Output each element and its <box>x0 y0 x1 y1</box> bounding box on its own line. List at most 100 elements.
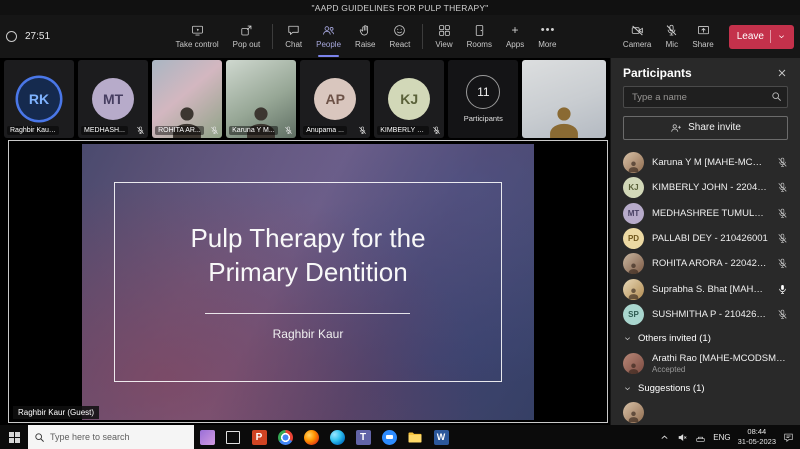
word-icon[interactable] <box>428 425 454 449</box>
mic-off-icon <box>777 258 788 269</box>
video-tile-camera-on[interactable] <box>522 60 606 138</box>
leave-button[interactable]: Leave <box>729 25 794 49</box>
add-person-icon <box>670 122 682 134</box>
powerpoint-icon[interactable] <box>246 425 272 449</box>
firefox-icon[interactable] <box>298 425 324 449</box>
chrome-icon[interactable] <box>272 425 298 449</box>
participant-row-medhashree[interactable]: MT MEDHASHREE TUMULURI - 220... <box>611 200 800 225</box>
react-button[interactable]: React <box>383 15 418 58</box>
pop-out-button[interactable]: Pop out <box>226 15 268 58</box>
timer-icon <box>6 31 17 42</box>
system-clock[interactable]: 08:44 31-05-2023 <box>738 427 776 447</box>
participant-row-kimberly[interactable]: KJ KIMBERLY JOHN - 220426002 - ... <box>611 175 800 200</box>
video-tile-raghbir[interactable]: RK Raghbir Kaur (G... <box>4 60 74 138</box>
avatar: KJ <box>388 78 430 120</box>
participants-panel-title: Participants <box>623 66 692 80</box>
speaker-muted-icon[interactable] <box>677 432 688 443</box>
toolbar-center: Take control Pop out Chat People Raise <box>169 15 564 58</box>
leave-divider <box>770 30 771 43</box>
participants-overflow-tile[interactable]: 11 Participants <box>448 60 518 138</box>
invited-name-block: Arathi Rao [MAHE-MCODSMLR] Accepted <box>652 353 788 374</box>
video-tile-kimberly[interactable]: KJ KIMBERLY J... <box>374 60 444 138</box>
participant-count-badge: 11 <box>466 75 500 109</box>
toolbar-left: 27:51 <box>6 15 116 58</box>
suggestions-section-header[interactable]: Suggestions (1) <box>611 378 800 400</box>
teams-icon[interactable] <box>350 425 376 449</box>
taskbar-search[interactable] <box>28 425 194 449</box>
person-silhouette-icon <box>626 361 641 375</box>
file-explorer-icon[interactable] <box>402 425 428 449</box>
person-silhouette-icon <box>626 261 641 275</box>
people-button[interactable]: People <box>309 15 348 58</box>
avatar <box>623 279 644 300</box>
mic-off-icon <box>665 24 678 37</box>
edge-icon[interactable] <box>324 425 350 449</box>
participant-row-pallabi[interactable]: PD PALLABI DEY - 210426001 <box>611 226 800 251</box>
language-indicator[interactable]: ENG <box>713 433 730 442</box>
video-tile-anupama[interactable]: AP Anupama ... <box>300 60 370 138</box>
mic-off-icon <box>777 309 788 320</box>
windows-taskbar: ENG 08:44 31-05-2023 <box>0 425 800 449</box>
person-silhouette-icon <box>626 286 641 300</box>
avatar <box>623 353 644 374</box>
toolbar-right: Camera Mic Share Leave <box>616 15 794 58</box>
search-icon <box>771 91 782 102</box>
toolbar-divider <box>272 24 273 49</box>
mic-off-icon <box>284 126 293 135</box>
search-icon <box>34 432 45 443</box>
video-tile-rohita[interactable]: ROHITA AR... <box>152 60 222 138</box>
avatar: MT <box>92 78 134 120</box>
task-view-icon[interactable] <box>220 425 246 449</box>
mic-button[interactable]: Mic <box>658 24 685 49</box>
invite-status: Accepted <box>652 365 788 374</box>
tray-expand-icon[interactable] <box>659 432 670 443</box>
camera-off-icon <box>631 24 644 37</box>
participant-row-supraba[interactable]: Suprabha S. Bhat [MAHE-MCOD... <box>611 277 800 302</box>
participant-row-rohita[interactable]: ROHITA ARORA - 220426001 - ... <box>611 251 800 276</box>
slide-content: Pulp Therapy for the Primary Dentition R… <box>150 222 465 342</box>
invited-row-arathi[interactable]: Arathi Rao [MAHE-MCODSMLR] Accepted <box>611 349 800 378</box>
share-invite-button[interactable]: Share invite <box>623 116 788 140</box>
avatar: KJ <box>623 177 644 198</box>
suggestion-row-partial[interactable] <box>611 400 800 425</box>
participants-panel-header: Participants <box>611 66 800 80</box>
raise-hand-button[interactable]: Raise <box>348 15 382 58</box>
mic-on-icon <box>777 284 788 295</box>
leave-options-chevron-icon[interactable] <box>777 32 786 41</box>
pop-out-icon <box>240 24 253 37</box>
others-invited-section-header[interactable]: Others invited (1) <box>611 327 800 349</box>
action-center-icon[interactable] <box>783 432 794 443</box>
participant-search-input[interactable] <box>623 86 788 108</box>
more-button[interactable]: ••• More <box>531 15 563 58</box>
rooms-button[interactable]: Rooms <box>460 15 499 58</box>
video-tiles-strip: RK Raghbir Kaur (G... MT MEDHASH... ROHI… <box>0 58 610 140</box>
zoom-icon[interactable] <box>376 425 402 449</box>
close-panel-icon[interactable] <box>776 67 788 79</box>
participants-panel: Participants Share invite Karuna Y M [MA… <box>610 58 800 425</box>
video-tile-medhashree[interactable]: MT MEDHASH... <box>78 60 148 138</box>
photos-app-icon[interactable] <box>194 425 220 449</box>
react-icon <box>393 24 406 37</box>
apps-button[interactable]: + Apps <box>499 15 531 58</box>
view-button[interactable]: View <box>428 15 459 58</box>
avatar: AP <box>314 78 356 120</box>
camera-button[interactable]: Camera <box>616 24 658 49</box>
meeting-main: RK Raghbir Kaur (G... MT MEDHASH... ROHI… <box>0 58 800 425</box>
windows-logo-icon <box>9 432 20 443</box>
more-icon: ••• <box>541 24 554 37</box>
view-icon <box>438 24 451 37</box>
chevron-down-icon <box>623 334 632 343</box>
start-button[interactable] <box>0 425 28 449</box>
take-control-button[interactable]: Take control <box>169 15 226 58</box>
taskbar-search-input[interactable] <box>50 432 188 442</box>
raise-hand-icon <box>359 24 372 37</box>
meeting-toolbar: 27:51 Take control Pop out Chat People <box>0 15 800 58</box>
chat-button[interactable]: Chat <box>278 15 309 58</box>
network-icon[interactable] <box>695 432 706 443</box>
video-tile-karuna[interactable]: Karuna Y M... <box>226 60 296 138</box>
clock-time: 08:44 <box>738 427 776 437</box>
share-button[interactable]: Share <box>685 24 720 49</box>
avatar <box>623 253 644 274</box>
participant-row-karuna[interactable]: Karuna Y M [MAHE-MCODSMLR] <box>611 150 800 175</box>
participant-row-sushmitha[interactable]: SP SUSHMITHA P - 210426003 <box>611 302 800 327</box>
